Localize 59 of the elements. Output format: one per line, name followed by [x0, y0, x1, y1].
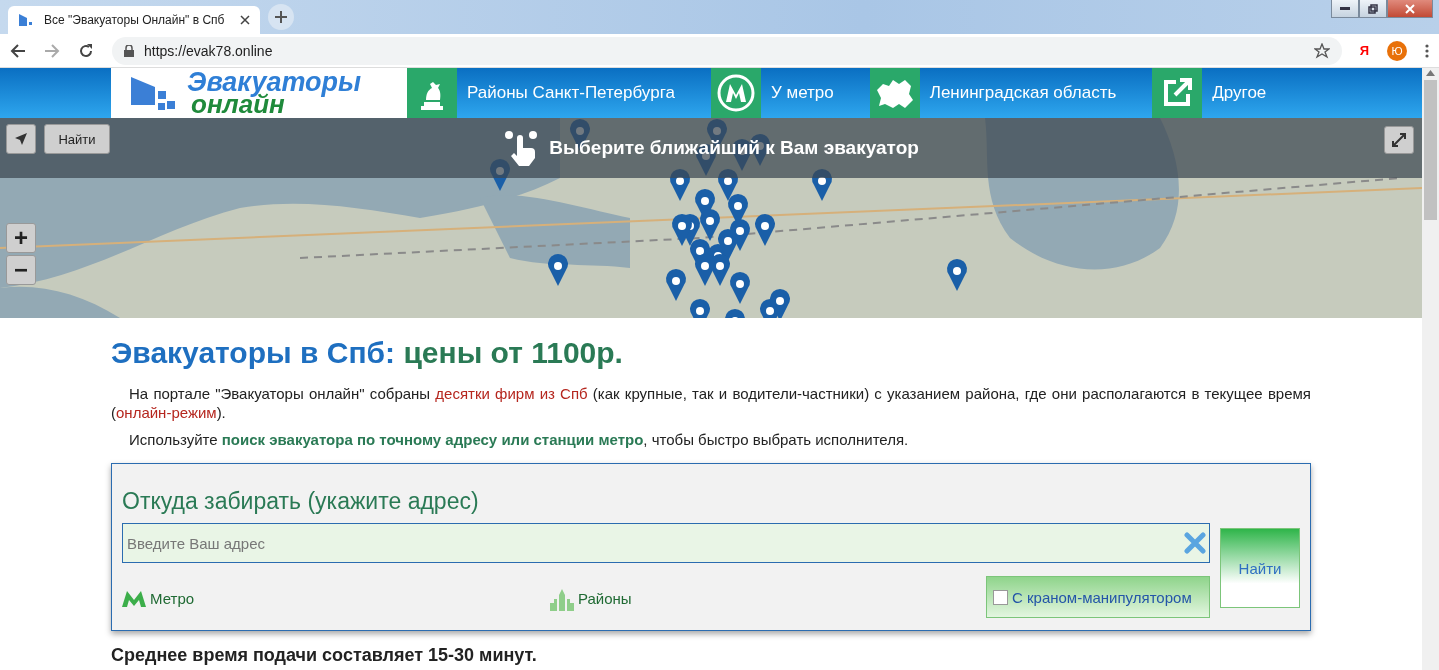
- nav-link-label: Районы Санкт-Петербурга: [467, 83, 675, 103]
- text-link[interactable]: онлайн-режим: [116, 404, 217, 421]
- headline-price: цены от 1100р.: [403, 336, 623, 369]
- find-button[interactable]: Найти: [1220, 528, 1300, 608]
- close-icon: [1405, 3, 1415, 14]
- yandex-extension-icon[interactable]: Я: [1359, 43, 1369, 58]
- restore-button[interactable]: [1359, 0, 1387, 18]
- plus-icon: [275, 11, 287, 23]
- nav-link[interactable]: Другое: [1152, 68, 1303, 118]
- zoom-out-button[interactable]: −: [6, 255, 36, 285]
- lock-icon: [124, 44, 134, 57]
- delivery-time-note: Среднее время подачи составляет 15-30 минут.: [111, 645, 538, 666]
- minimize-button[interactable]: [1331, 0, 1359, 18]
- expand-icon: [1392, 133, 1406, 147]
- filter-link[interactable]: Метро: [122, 590, 550, 607]
- profile-avatar[interactable]: Ю: [1387, 40, 1407, 61]
- nav-link-label: Ленинградская область: [929, 83, 1117, 103]
- minimize-icon: [1340, 6, 1350, 11]
- locate-button[interactable]: [6, 124, 36, 154]
- menu-icon[interactable]: [1425, 43, 1429, 58]
- navigation-arrow-icon: [14, 132, 28, 146]
- restore-icon: [1368, 3, 1378, 14]
- fullscreen-button[interactable]: [1384, 126, 1414, 154]
- pointing-hand-icon: [503, 130, 540, 166]
- new-tab-button[interactable]: [268, 4, 294, 30]
- browser-tab[interactable]: Все "Эвакуаторы Онлайн" в Спб: [8, 6, 260, 34]
- back-arrow-icon[interactable]: [10, 42, 26, 59]
- address-bar[interactable]: https://evak78.online: [112, 36, 1342, 65]
- metro-icon: [716, 74, 755, 112]
- crane-checkbox-option[interactable]: С краном-манипулятором: [986, 576, 1210, 618]
- url-text: https://evak78.online: [144, 42, 274, 59]
- crane-option-label: С краном-манипулятором: [1012, 588, 1192, 606]
- checkbox[interactable]: [993, 589, 1008, 605]
- close-window-button[interactable]: [1387, 0, 1433, 18]
- scroll-up-icon[interactable]: [1426, 70, 1435, 76]
- scroll-thumb[interactable]: [1424, 80, 1437, 220]
- intro-paragraph: На портале "Эвакуаторы онлайн" собраны десятки фирм из Спб (как крупные, так и водители-частники) с указанием района, где они располагаются в текущее время (онлайн-режим).: [111, 384, 1311, 422]
- star-icon[interactable]: [1313, 42, 1330, 59]
- headline: Эвакуаторы в Спб:: [111, 336, 396, 369]
- intro-paragraph: Используйте поиск эвакуатора по точному адресу или станции метро, чтобы быстро выбрать исполнителя.: [128, 430, 910, 449]
- close-icon[interactable]: [240, 15, 250, 25]
- nav-link[interactable]: У метро: [710, 68, 870, 118]
- filter-link[interactable]: Районы: [550, 586, 850, 611]
- search-title: Откуда забирать (укажите адрес): [122, 488, 480, 515]
- site-logo-icon: [18, 12, 34, 28]
- site-logo[interactable]: Эвакуаторы онлайн: [111, 68, 407, 118]
- metro-icon: [122, 590, 146, 607]
- nav-link-label: Другое: [1212, 83, 1267, 103]
- address-input[interactable]: Введите Ваш адрес: [122, 523, 1210, 563]
- nav-link-label: У метро: [770, 83, 834, 103]
- zoom-in-button[interactable]: +: [6, 223, 36, 253]
- nav-link[interactable]: Ленинградская область: [869, 68, 1153, 118]
- map-find-button[interactable]: Найти: [44, 124, 110, 154]
- text-link[interactable]: десятки фирм из Спб: [435, 385, 588, 402]
- banner-title: Выберите ближайший к Вам эвакуатор: [549, 137, 919, 159]
- tab-title: Все "Эвакуаторы Онлайн" в Спб: [44, 13, 226, 27]
- nav-link[interactable]: Районы Санкт-Петербурга: [407, 68, 711, 118]
- reload-icon[interactable]: [78, 42, 94, 59]
- scrollbar[interactable]: [1422, 68, 1439, 670]
